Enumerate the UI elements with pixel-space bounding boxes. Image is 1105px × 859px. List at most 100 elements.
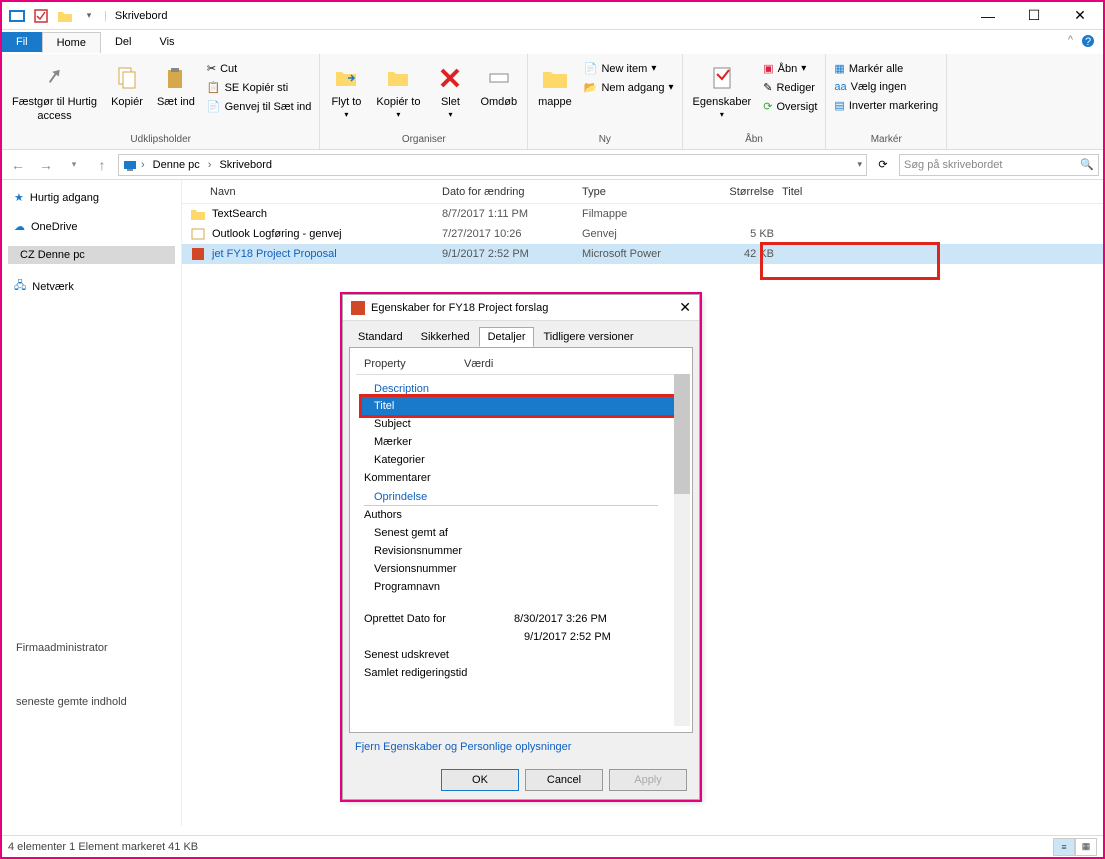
group-label-clipboard: Udklipsholder xyxy=(8,132,313,147)
copy-button[interactable]: Kopiér xyxy=(107,60,147,110)
sidebar-this-pc[interactable]: CZ Denne pc xyxy=(8,246,175,264)
recent-dropdown[interactable]: ▾ xyxy=(62,153,86,177)
folder-qat-icon[interactable] xyxy=(54,5,76,27)
properties-button[interactable]: Egenskaber▾ xyxy=(689,60,756,121)
delete-button[interactable]: Slet▾ xyxy=(430,60,470,121)
sidebar-network[interactable]: 🖧Netværk xyxy=(8,274,175,299)
properties-icon xyxy=(706,62,738,94)
address-box[interactable]: › Denne pc › Skrivebord ▾ xyxy=(118,154,867,176)
tab-home[interactable]: Home xyxy=(42,32,101,53)
sidebar-extra-firm: Firmaadministrator xyxy=(16,642,166,654)
breadcrumb-this-pc[interactable]: Denne pc xyxy=(149,159,204,171)
qat-dropdown-icon[interactable]: ▾ xyxy=(78,5,100,27)
ribbon-tabs: Fil Home Del Vis ^ ? xyxy=(2,30,1103,54)
properties-qat-icon[interactable] xyxy=(30,5,52,27)
copy-icon xyxy=(111,62,143,94)
group-label-open: Åbn xyxy=(689,132,820,147)
prop-created-2: 9/1/2017 2:52 PM xyxy=(364,628,678,646)
dialog-tab-previous[interactable]: Tidligere versioner xyxy=(534,327,642,347)
svg-text:?: ? xyxy=(1085,36,1091,48)
prop-authors[interactable]: Authors xyxy=(364,506,678,524)
col-size[interactable]: Størrelse xyxy=(702,186,782,198)
explorer-icon[interactable] xyxy=(6,5,28,27)
ok-button[interactable]: OK xyxy=(441,769,519,791)
prop-tags[interactable]: Mærker xyxy=(364,433,678,451)
search-box[interactable]: Søg på skrivebordet 🔍 xyxy=(899,154,1099,176)
property-list: Description Titel Subject Mærker Kategor… xyxy=(356,375,686,686)
easy-access-button[interactable]: 📂Nem adgang ▾ xyxy=(582,79,676,96)
cut-button[interactable]: ✂Cut xyxy=(205,60,314,77)
new-folder-icon xyxy=(539,62,571,94)
group-clipboard: Fæstgør til Hurtig access Kopiér Sæt ind… xyxy=(2,54,320,149)
tab-view[interactable]: Vis xyxy=(145,32,188,52)
breadcrumb-desktop[interactable]: Skrivebord xyxy=(215,159,276,171)
view-details-button[interactable]: ≡ xyxy=(1053,838,1075,856)
history-button[interactable]: ⟳Oversigt xyxy=(761,98,819,115)
tab-share[interactable]: Del xyxy=(101,32,146,52)
prop-categories[interactable]: Kategorier xyxy=(364,451,678,469)
prop-edit-time[interactable]: Samlet redigeringstid xyxy=(364,664,678,682)
address-dropdown-icon[interactable]: ▾ xyxy=(857,159,862,170)
paste-button[interactable]: Sæt ind xyxy=(153,60,199,110)
pin-button[interactable]: Fæstgør til Hurtig access xyxy=(8,60,101,124)
collapse-ribbon-icon[interactable]: ^ xyxy=(1068,34,1073,46)
maximize-button[interactable]: ☐ xyxy=(1011,2,1057,30)
prop-version[interactable]: Versionsnummer xyxy=(364,560,678,578)
remove-properties-link[interactable]: Fjern Egenskaber og Personlige oplysning… xyxy=(343,733,699,761)
view-icons-button[interactable]: ▦ xyxy=(1075,838,1097,856)
dialog-tab-general[interactable]: Standard xyxy=(349,327,412,347)
col-date[interactable]: Dato for ændring xyxy=(442,186,582,198)
refresh-button[interactable]: ⟳ xyxy=(871,158,895,171)
copy-to-button[interactable]: Kopiér to▾ xyxy=(372,60,424,121)
prop-revision[interactable]: Revisionsnummer xyxy=(364,542,678,560)
scroll-thumb[interactable] xyxy=(674,374,690,494)
apply-button[interactable]: Apply xyxy=(609,769,687,791)
move-to-button[interactable]: Flyt to▾ xyxy=(326,60,366,121)
col-type[interactable]: Type xyxy=(582,186,702,198)
file-row-selected[interactable]: jet FY18 Project Proposal 9/1/2017 2:52 … xyxy=(182,244,1103,264)
back-button[interactable]: ← xyxy=(6,153,30,177)
rename-button[interactable]: Omdøb xyxy=(476,60,521,110)
file-row[interactable]: TextSearch 8/7/2017 1:11 PM Filmappe xyxy=(182,204,1103,224)
dialog-close-button[interactable]: ✕ xyxy=(679,299,691,316)
invert-button[interactable]: ▤Inverter markering xyxy=(832,97,940,114)
prop-created[interactable]: Oprettet Dato for8/30/2017 3:26 PM xyxy=(364,610,678,628)
col-name[interactable]: Navn xyxy=(182,186,442,198)
quick-access-toolbar: ▾ xyxy=(2,5,104,27)
close-button[interactable]: ✕ xyxy=(1057,2,1103,30)
prop-subject[interactable]: Subject xyxy=(364,415,678,433)
prop-title[interactable]: Titel xyxy=(362,397,678,415)
new-folder-button[interactable]: mappe xyxy=(534,60,576,110)
minimize-button[interactable]: — xyxy=(965,2,1011,30)
select-all-button[interactable]: ▦Markér alle xyxy=(832,60,940,77)
file-row[interactable]: Outlook Logføring - genvej 7/27/2017 10:… xyxy=(182,224,1103,244)
group-label-new: Ny xyxy=(534,132,675,147)
up-button[interactable]: ↑ xyxy=(90,153,114,177)
prop-printed[interactable]: Senest udskrevet xyxy=(364,646,678,664)
dialog-tab-details[interactable]: Detaljer xyxy=(479,327,535,347)
properties-dialog: Egenskaber for FY18 Project forslag ✕ St… xyxy=(342,294,700,800)
cut-icon: ✂ xyxy=(207,62,216,75)
edit-button[interactable]: ✎Rediger xyxy=(761,79,819,96)
sidebar-quick-access[interactable]: ★Hurtig adgang xyxy=(8,188,175,207)
col-title[interactable]: Titel xyxy=(782,186,1103,198)
dialog-tab-security[interactable]: Sikkerhed xyxy=(412,327,479,347)
section-description: Description xyxy=(364,379,678,397)
prop-last-saved[interactable]: Senest gemt af xyxy=(364,524,678,542)
copy-path-button[interactable]: 📋SE Kopiér sti xyxy=(205,79,314,96)
dialog-scrollbar[interactable] xyxy=(674,374,690,726)
prop-comments[interactable]: Kommentarer xyxy=(364,469,678,487)
help-icon[interactable]: ? xyxy=(1081,34,1095,48)
cancel-button[interactable]: Cancel xyxy=(525,769,603,791)
paste-icon xyxy=(160,62,192,94)
forward-button[interactable]: → xyxy=(34,153,58,177)
prop-program[interactable]: Programnavn xyxy=(364,578,678,596)
open-button[interactable]: ▣Åbn ▾ xyxy=(761,60,819,77)
select-none-button[interactable]: aa Vælg ingen xyxy=(832,79,940,95)
delete-icon xyxy=(434,62,466,94)
paste-shortcut-button[interactable]: 📄Genvej til Sæt ind xyxy=(205,98,314,115)
rename-icon xyxy=(483,62,515,94)
sidebar-onedrive[interactable]: ☁OneDrive xyxy=(8,217,175,236)
tab-file[interactable]: Fil xyxy=(2,32,42,52)
new-item-button[interactable]: 📄New item ▾ xyxy=(582,60,676,77)
